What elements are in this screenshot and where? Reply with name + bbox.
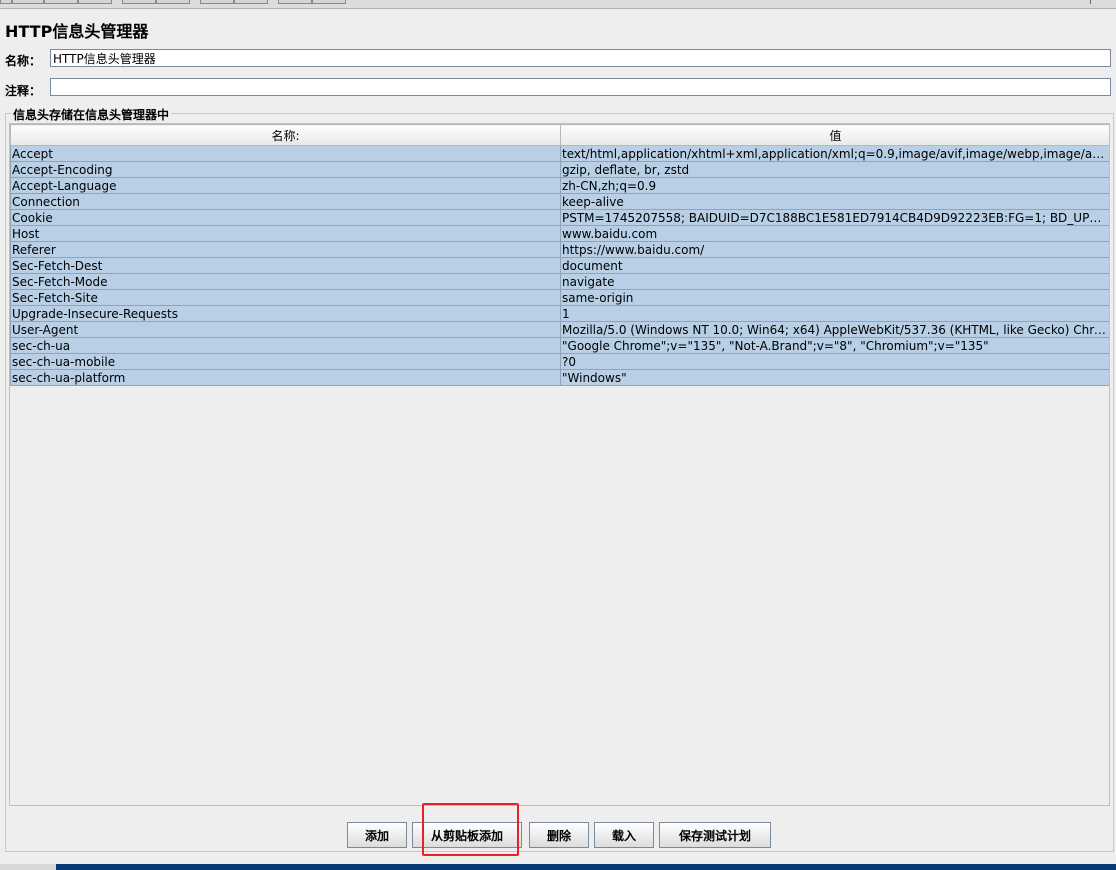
table-row[interactable]: Sec-Fetch-Dest document	[10, 257, 1109, 274]
header-value-cell[interactable]: same-origin	[560, 289, 1109, 306]
header-value-cell[interactable]: www.baidu.com	[560, 225, 1109, 242]
table-header-row: 名称: 值	[10, 124, 1109, 146]
header-name-cell[interactable]: sec-ch-ua-platform	[10, 369, 561, 386]
header-name-cell[interactable]: Sec-Fetch-Site	[10, 289, 561, 306]
table-row[interactable]: Sec-Fetch-Site same-origin	[10, 289, 1109, 306]
toolbar-button[interactable]	[156, 0, 190, 4]
header-value-cell[interactable]: text/html,application/xhtml+xml,applicat…	[560, 145, 1109, 162]
table-row[interactable]: Accept-Language zh-CN,zh;q=0.9	[10, 177, 1109, 194]
toolbar-strip	[0, 0, 1116, 9]
header-value-cell[interactable]: navigate	[560, 273, 1109, 290]
header-name-cell[interactable]: Accept-Language	[10, 177, 561, 194]
add-button[interactable]: 添加	[347, 822, 407, 848]
load-button[interactable]: 载入	[594, 822, 654, 848]
headers-table-area[interactable]: 名称: 值 Accept text/html,application/xhtml+…	[9, 123, 1110, 806]
toolbar-button[interactable]	[122, 0, 156, 4]
table-row[interactable]: sec-ch-ua-mobile ?0	[10, 353, 1109, 370]
taskbar-start-area	[0, 864, 56, 870]
toolbar-separator	[1090, 0, 1095, 4]
header-value-cell[interactable]: 1	[560, 305, 1109, 322]
header-name-cell[interactable]: sec-ch-ua-mobile	[10, 353, 561, 370]
header-value-cell[interactable]: keep-alive	[560, 193, 1109, 210]
taskbar-strip	[0, 864, 1116, 870]
header-name-cell[interactable]: Referer	[10, 241, 561, 258]
page-title: HTTP信息头管理器	[5, 22, 149, 41]
table-row[interactable]: Referer https://www.baidu.com/	[10, 241, 1109, 258]
column-header-name[interactable]: 名称:	[10, 124, 561, 146]
name-label: 名称：	[5, 54, 42, 68]
header-value-cell[interactable]: Mozilla/5.0 (Windows NT 10.0; Win64; x64…	[560, 321, 1109, 338]
toolbar-button[interactable]	[0, 0, 12, 4]
header-value-cell[interactable]: gzip, deflate, br, zstd	[560, 161, 1109, 178]
table-row[interactable]: Accept text/html,application/xhtml+xml,ap…	[10, 145, 1109, 162]
table-row[interactable]: Sec-Fetch-Mode navigate	[10, 273, 1109, 290]
header-name-cell[interactable]: Accept	[10, 145, 561, 162]
header-name-cell[interactable]: Connection	[10, 193, 561, 210]
header-value-cell[interactable]: zh-CN,zh;q=0.9	[560, 177, 1109, 194]
header-value-cell[interactable]: https://www.baidu.com/	[560, 241, 1109, 258]
table-row[interactable]: Connection keep-alive	[10, 193, 1109, 210]
table-row[interactable]: User-Agent Mozilla/5.0 (Windows NT 10.0; …	[10, 321, 1109, 338]
header-name-cell[interactable]: Host	[10, 225, 561, 242]
headers-table: 名称: 值 Accept text/html,application/xhtml+…	[10, 124, 1109, 386]
toolbar-button[interactable]	[78, 0, 112, 4]
comment-input[interactable]	[50, 78, 1111, 96]
header-name-cell[interactable]: Accept-Encoding	[10, 161, 561, 178]
delete-button[interactable]: 删除	[529, 822, 589, 848]
save-test-plan-button[interactable]: 保存测试计划	[659, 822, 771, 848]
toolbar-button[interactable]	[44, 0, 78, 4]
table-row[interactable]: Accept-Encoding gzip, deflate, br, zstd	[10, 161, 1109, 178]
table-row[interactable]: Upgrade-Insecure-Requests 1	[10, 305, 1109, 322]
headers-group-title: 信息头存储在信息头管理器中	[11, 106, 172, 123]
header-name-cell[interactable]: Cookie	[10, 209, 561, 226]
header-name-cell[interactable]: Upgrade-Insecure-Requests	[10, 305, 561, 322]
header-name-cell[interactable]: User-Agent	[10, 321, 561, 338]
header-value-cell[interactable]: ?0	[560, 353, 1109, 370]
comment-label: 注释：	[5, 84, 42, 98]
toolbar-button[interactable]	[312, 0, 346, 4]
table-row[interactable]: sec-ch-ua "Google Chrome";v="135", "Not-A…	[10, 337, 1109, 354]
table-row[interactable]: sec-ch-ua-platform "Windows"	[10, 369, 1109, 386]
table-row[interactable]: Cookie PSTM=1745207558; BAIDUID=D7C188BC1…	[10, 209, 1109, 226]
toolbar-button[interactable]	[278, 0, 312, 4]
add-from-clipboard-button[interactable]: 从剪贴板添加	[412, 822, 522, 848]
toolbar-button[interactable]	[234, 0, 268, 4]
header-name-cell[interactable]: Sec-Fetch-Mode	[10, 273, 561, 290]
header-value-cell[interactable]: PSTM=1745207558; BAIDUID=D7C188BC1E581ED…	[560, 209, 1109, 226]
toolbar-button[interactable]	[200, 0, 234, 4]
column-header-value[interactable]: 值	[560, 124, 1109, 146]
header-name-cell[interactable]: sec-ch-ua	[10, 337, 561, 354]
header-name-cell[interactable]: Sec-Fetch-Dest	[10, 257, 561, 274]
toolbar-button[interactable]	[12, 0, 44, 4]
table-row[interactable]: Host www.baidu.com	[10, 225, 1109, 242]
name-input[interactable]: HTTP信息头管理器	[50, 49, 1111, 67]
header-value-cell[interactable]: document	[560, 257, 1109, 274]
header-value-cell[interactable]: "Google Chrome";v="135", "Not-A.Brand";v…	[560, 337, 1109, 354]
header-value-cell[interactable]: "Windows"	[560, 369, 1109, 386]
